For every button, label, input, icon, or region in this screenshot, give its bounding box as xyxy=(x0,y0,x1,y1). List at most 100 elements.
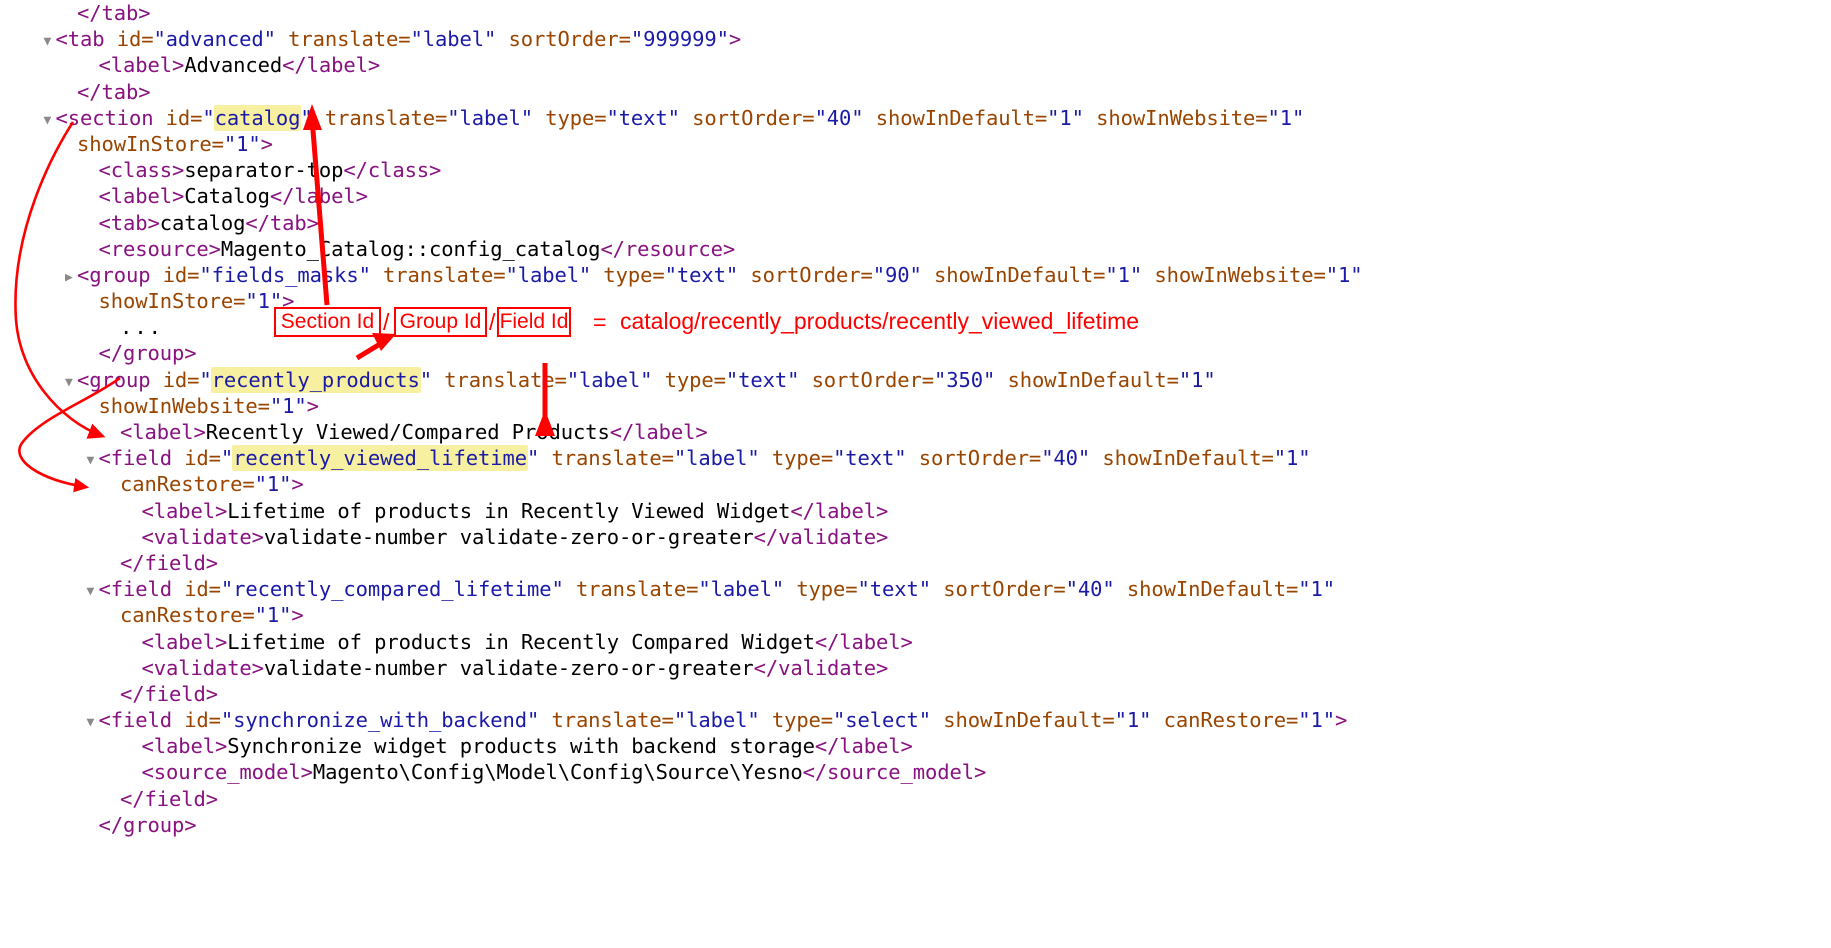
code-token: > xyxy=(282,289,295,314)
code-token: translate= xyxy=(370,262,506,287)
code-line[interactable]: <label>Recently Viewed/Compared Products… xyxy=(0,419,1831,445)
code-token: showInDefault= xyxy=(921,262,1106,287)
code-token: type= xyxy=(759,446,834,471)
code-line[interactable]: </field> xyxy=(0,786,1831,812)
code-token: "text" xyxy=(606,105,680,130)
code-token: validate-number validate-zero-or-greater xyxy=(263,524,754,549)
code-token: showInStore= xyxy=(98,289,246,314)
code-line[interactable]: <validate>validate-number validate-zero-… xyxy=(0,655,1831,681)
code-line[interactable]: canRestore="1"> xyxy=(0,602,1831,628)
code-token: "label" xyxy=(505,262,592,287)
code-token: validate-number validate-zero-or-greater xyxy=(263,655,754,680)
code-token: </class> xyxy=(343,158,442,183)
code-token: > xyxy=(291,603,304,628)
code-line[interactable]: <resource>Magento_Catalog::config_catalo… xyxy=(0,236,1831,262)
code-line[interactable]: <label>Catalog</label> xyxy=(0,183,1831,209)
code-token: > xyxy=(728,27,742,52)
code-token: " xyxy=(300,105,313,130)
code-token: </tab> xyxy=(245,210,319,235)
chevron-down-icon[interactable] xyxy=(87,448,99,474)
code-token: "1" xyxy=(254,472,292,497)
code-token: "recently_compared_lifetime" xyxy=(220,577,564,602)
code-token: "1" xyxy=(245,289,283,314)
code-token: sortOrder= xyxy=(799,367,935,392)
code-line[interactable]: <label>Advanced</label> xyxy=(0,52,1831,78)
chevron-down-icon[interactable] xyxy=(44,29,56,55)
code-line[interactable]: ... xyxy=(0,314,1831,340)
code-line[interactable]: </tab> xyxy=(0,79,1831,105)
code-token: "1" xyxy=(254,603,292,628)
code-line[interactable]: <group id="fields_masks" translate="labe… xyxy=(0,262,1831,288)
code-token: "fields_masks" xyxy=(199,262,371,287)
code-token: "90" xyxy=(872,262,922,287)
code-line[interactable]: <field id="recently_viewed_lifetime" tra… xyxy=(0,445,1831,471)
code-token: canRestore= xyxy=(120,603,255,628)
code-token: > xyxy=(291,472,304,497)
code-token: " xyxy=(220,446,234,471)
code-line[interactable]: <section id="catalog" translate="label" … xyxy=(0,105,1831,131)
code-line[interactable]: canRestore="1"> xyxy=(0,471,1831,497)
code-line[interactable]: </group> xyxy=(0,812,1831,838)
code-token: separator-top xyxy=(184,158,344,183)
code-token: "1" xyxy=(1273,446,1311,471)
code-token: Magento\Config\Model\Config\Source\Yesno xyxy=(312,760,803,785)
code-token: canRestore= xyxy=(1151,708,1299,733)
code-token: "select" xyxy=(833,708,931,733)
code-line[interactable]: showInStore="1"> xyxy=(0,288,1831,314)
code-line[interactable]: <group id="recently_products" translate=… xyxy=(0,367,1831,393)
code-token: type= xyxy=(652,367,726,392)
code-token: <label> xyxy=(141,734,228,759)
code-line[interactable]: <field id="recently_compared_lifetime" t… xyxy=(0,576,1831,602)
code-line[interactable]: showInStore="1"> xyxy=(0,131,1831,157)
code-line[interactable]: </field> xyxy=(0,550,1831,576)
chevron-down-icon[interactable] xyxy=(44,108,56,134)
code-token: Synchronize widget products with backend… xyxy=(227,734,815,759)
code-token: <field xyxy=(98,446,173,471)
code-token: id= xyxy=(104,27,154,52)
code-token: sortOrder= xyxy=(679,105,815,130)
code-line[interactable]: </field> xyxy=(0,681,1831,707)
code-token: <resource> xyxy=(98,236,222,261)
code-token: <label> xyxy=(98,184,185,209)
code-line[interactable]: <field id="synchronize_with_backend" tra… xyxy=(0,707,1831,733)
chevron-down-icon[interactable] xyxy=(65,370,77,396)
code-line[interactable]: showInWebsite="1"> xyxy=(0,393,1831,419)
code-line[interactable]: <label>Lifetime of products in Recently … xyxy=(0,498,1831,524)
code-line[interactable]: <tab id="advanced" translate="label" sor… xyxy=(0,26,1831,52)
code-token: "999999" xyxy=(630,27,729,52)
chevron-down-icon[interactable] xyxy=(87,579,99,605)
code-token: </source_model> xyxy=(802,760,987,785)
code-token: "1" xyxy=(1047,105,1084,130)
code-line[interactable]: <validate>validate-number validate-zero-… xyxy=(0,524,1831,550)
code-line[interactable]: <class>separator-top</class> xyxy=(0,157,1831,183)
code-token: <validate> xyxy=(141,655,265,680)
code-line[interactable]: <tab>catalog</tab> xyxy=(0,210,1831,236)
code-token: type= xyxy=(759,708,834,733)
code-token: Catalog xyxy=(184,184,270,209)
code-token: "text" xyxy=(725,367,800,392)
code-token: </label> xyxy=(790,498,889,523)
chevron-down-icon[interactable] xyxy=(87,710,99,736)
code-line[interactable]: <label>Synchronize widget products with … xyxy=(0,733,1831,759)
xml-source-viewer[interactable]: </tab><tab id="advanced" translate="labe… xyxy=(0,0,1831,948)
code-token: "1" xyxy=(1105,262,1143,287)
code-token: Magento_Catalog::config_catalog xyxy=(220,236,601,261)
code-token: </validate> xyxy=(753,524,889,549)
code-token: "1" xyxy=(1178,367,1216,392)
code-token: Lifetime of products in Recently Compare… xyxy=(227,629,815,654)
code-token: <tab> xyxy=(98,210,160,235)
code-token: "1" xyxy=(1114,708,1152,733)
code-line[interactable]: <label>Lifetime of products in Recently … xyxy=(0,629,1831,655)
code-token: translate= xyxy=(275,27,411,52)
code-line[interactable]: </tab> xyxy=(0,0,1831,26)
code-token: type= xyxy=(784,577,858,602)
code-token: <label> xyxy=(141,629,228,654)
chevron-right-icon[interactable] xyxy=(65,265,77,291)
code-line[interactable]: </group> xyxy=(0,340,1831,366)
code-token: "40" xyxy=(1065,577,1115,602)
code-token: </group> xyxy=(98,341,197,366)
code-line[interactable]: <source_model>Magento\Config\Model\Confi… xyxy=(0,759,1831,785)
code-token: "350" xyxy=(934,367,996,392)
code-token: <group xyxy=(77,262,151,287)
code-token: id= xyxy=(153,105,203,130)
